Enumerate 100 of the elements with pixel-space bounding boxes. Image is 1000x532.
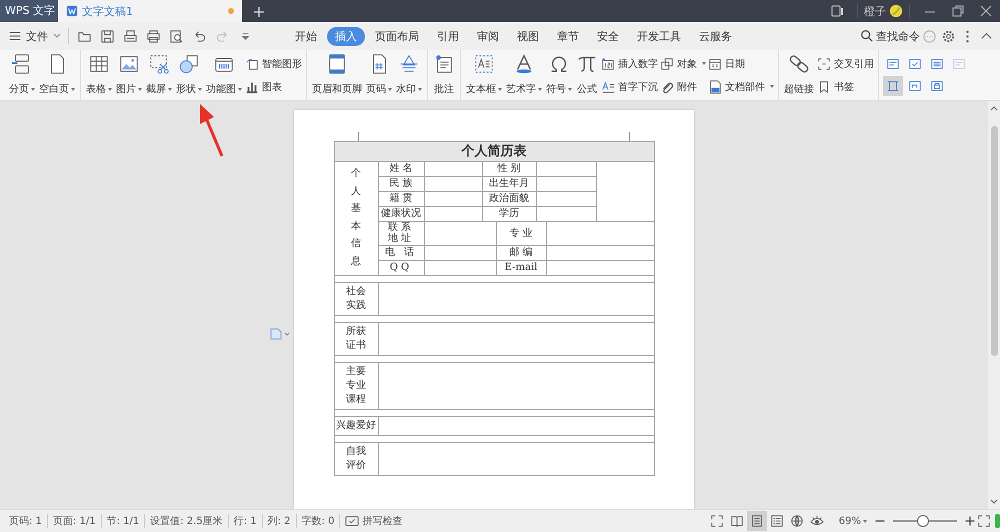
tablet-icon[interactable] — [829, 3, 845, 19]
file-menu-button[interactable]: 文件 — [8, 28, 62, 44]
caret-icon — [568, 88, 572, 90]
scroll-down-icon[interactable] — [989, 498, 999, 506]
smart-graphic-icon — [245, 56, 259, 70]
ribbon-button[interactable]: 插入数字 — [601, 56, 658, 70]
fit-icon[interactable] — [977, 514, 991, 528]
save-icon[interactable] — [100, 28, 115, 44]
ribbon-button[interactable]: 形状 — [174, 50, 204, 100]
table-cell: 姓 名 — [378, 162, 424, 176]
ribbon-button[interactable]: 日期 — [708, 56, 774, 70]
ribbon-button[interactable]: 交叉引用 — [817, 56, 874, 70]
caret-icon — [770, 85, 774, 88]
ribbon-button[interactable]: 空白页 — [37, 50, 77, 100]
table-cell: 性 别 — [482, 162, 536, 176]
layout-button[interactable] — [883, 76, 903, 96]
ribbon-button[interactable]: 表格 — [84, 50, 114, 100]
status-text: 节: 1/1 — [102, 514, 146, 528]
ribbon-button[interactable]: 文本框 — [464, 50, 504, 100]
app-tab[interactable]: WPS 文字 — [0, 0, 58, 22]
caret-icon — [71, 88, 75, 90]
avatar-icon[interactable] — [889, 4, 903, 18]
list-icon — [930, 57, 944, 71]
ribbon-tab[interactable]: 开发工具 — [629, 26, 689, 46]
table-cell — [424, 206, 482, 222]
caret-icon — [108, 88, 112, 90]
spell-check-button[interactable]: 拼写检查 — [340, 514, 408, 528]
ribbon-button[interactable]: 分页 — [7, 50, 37, 100]
header-footer-icon — [326, 53, 348, 75]
slider-thumb[interactable] — [917, 515, 930, 527]
caret-icon — [418, 88, 422, 90]
table-cell: 主要专业课程 — [334, 362, 378, 410]
status-text: 行: 1 — [228, 514, 263, 528]
print-icon[interactable] — [146, 28, 161, 44]
restore-icon[interactable] — [950, 3, 966, 19]
scroll-up-icon[interactable] — [989, 104, 999, 112]
ribbon-tab[interactable]: 云服务 — [691, 26, 740, 46]
caret-icon — [168, 88, 172, 90]
document-tab[interactable]: 文字文稿1 — [58, 0, 242, 22]
ribbon-button[interactable]: 截屏 — [144, 50, 174, 100]
ribbon-tab[interactable]: 视图 — [509, 26, 547, 46]
ribbon-button[interactable]: 批注 — [431, 50, 457, 100]
ribbon-button[interactable]: 水印 — [394, 50, 424, 100]
ribbon-button[interactable]: 书签 — [817, 80, 874, 94]
table-cell: QQ — [378, 260, 424, 276]
table-cell: 学历 — [482, 206, 536, 222]
settings-icon[interactable] — [941, 28, 956, 44]
table-cell — [536, 162, 596, 176]
table-cell — [424, 192, 482, 206]
ribbon-tab[interactable]: 章节 — [549, 26, 587, 46]
ribbon-button[interactable]: 附件 — [660, 80, 706, 94]
ribbon-button[interactable]: 图片 — [114, 50, 144, 100]
bookmark-icon — [817, 80, 831, 94]
ribbon-button[interactable]: 智能图形 — [245, 56, 302, 70]
table-cell: 专 业 — [496, 222, 546, 246]
table-cell: 社会实践 — [334, 282, 378, 316]
ribbon-button[interactable]: 文档部件 — [708, 80, 774, 94]
scrollbar[interactable] — [988, 101, 1000, 509]
screenshot-icon — [148, 53, 170, 75]
caret-icon — [238, 88, 242, 90]
ribbon-button[interactable]: 公式 — [574, 50, 600, 100]
cross-reference-icon — [817, 56, 831, 70]
frame-icon — [886, 79, 900, 93]
object-icon — [660, 56, 674, 70]
ribbon-tab[interactable]: 安全 — [589, 26, 627, 46]
user-name[interactable]: 橙子 — [864, 4, 886, 18]
ribbon-tab[interactable]: 开始 — [287, 26, 325, 46]
ribbon-button[interactable]: 符号 — [544, 50, 574, 100]
ribbon-tab[interactable]: 页面布局 — [367, 26, 427, 46]
ribbon-tab[interactable]: 引用 — [429, 26, 467, 46]
page-icon — [750, 514, 764, 528]
ribbon-button[interactable]: 页眉和页脚 — [310, 50, 364, 100]
table-cell — [424, 260, 496, 276]
ribbon-button[interactable]: 页码 — [364, 50, 394, 100]
command-search[interactable]: 查找命令 — [860, 28, 920, 44]
ribbon-button[interactable]: 首字下沉 — [601, 80, 658, 94]
close-icon[interactable] — [978, 3, 994, 19]
ribbon-button[interactable]: 超链接 — [782, 50, 816, 100]
new-tab-button[interactable]: + — [242, 0, 276, 22]
eye-icon — [810, 514, 824, 528]
document-icon — [66, 5, 78, 17]
ribbon-button[interactable]: 功能图 — [204, 50, 244, 100]
ribbon-button[interactable]: 艺术字 — [504, 50, 544, 100]
number-icon — [601, 56, 615, 70]
scrollbar-thumb[interactable] — [990, 126, 998, 356]
preview-icon[interactable] — [169, 28, 184, 44]
expand-icon — [710, 514, 724, 528]
image-icon — [118, 53, 140, 75]
caret-icon — [538, 88, 542, 90]
table-cell: 兴趣爱好 — [334, 416, 378, 436]
table-cell: 自我评价 — [334, 442, 378, 476]
caret-icon — [138, 88, 142, 90]
view-mode-button[interactable] — [746, 511, 767, 531]
ribbon-button[interactable]: 图表 — [245, 80, 302, 94]
undo-box-icon — [908, 79, 922, 93]
ribbon-button[interactable]: 对象 — [660, 56, 706, 70]
drop-cap-icon — [601, 80, 615, 94]
ribbon-tab[interactable]: 审阅 — [469, 26, 507, 46]
zoom-in-icon[interactable] — [963, 514, 977, 528]
zoom-dropdown[interactable]: 69% — [826, 516, 873, 526]
